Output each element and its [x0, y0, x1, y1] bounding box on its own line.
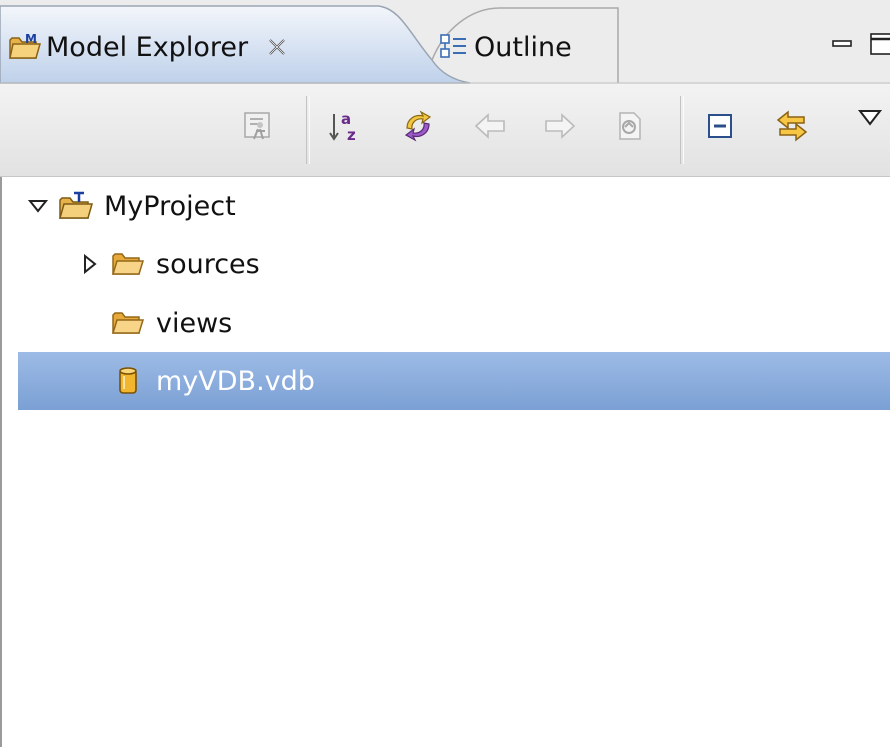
collapse-all-icon	[704, 110, 736, 146]
forward-arrow-icon	[542, 111, 578, 145]
svg-text:M: M	[25, 32, 37, 46]
tree-item-label: views	[156, 307, 233, 339]
project-tree: MyProject sources views myVDB.vdb	[0, 177, 890, 747]
tree-item-label: sources	[156, 248, 260, 280]
home-button[interactable]	[610, 108, 650, 148]
view-menu-icon	[855, 106, 885, 134]
vdb-icon	[108, 365, 148, 397]
project-icon	[56, 190, 96, 222]
run-icon	[241, 109, 275, 147]
model-explorer-icon: M	[8, 32, 42, 62]
tab-outline-label: Outline	[474, 31, 572, 63]
sync-icon	[400, 108, 436, 148]
maximize-icon[interactable]	[868, 31, 890, 61]
tab-model-explorer[interactable]: M Model Explorer	[8, 20, 288, 74]
sort-alphabetical-icon: a z	[328, 108, 364, 148]
tree-item-myvdb[interactable]: myVDB.vdb	[18, 352, 890, 410]
folder-icon	[108, 309, 148, 337]
tab-model-explorer-label: Model Explorer	[46, 31, 249, 63]
toolbar-separator	[306, 96, 310, 164]
collapse-all-button[interactable]	[700, 108, 740, 148]
tab-outline[interactable]: Outline	[438, 20, 572, 74]
tree-item-label: MyProject	[104, 190, 236, 222]
view-menu-button[interactable]	[850, 100, 890, 140]
back-button[interactable]	[470, 108, 510, 148]
sync-button[interactable]	[398, 108, 438, 148]
tree-item-myproject[interactable]: MyProject	[20, 177, 890, 235]
forward-button[interactable]	[540, 108, 580, 148]
close-icon[interactable]	[266, 36, 288, 58]
sort-button[interactable]: a z	[326, 108, 366, 148]
toolbar-separator	[680, 96, 684, 164]
home-icon	[614, 109, 646, 147]
tree-item-views[interactable]: views	[108, 294, 890, 352]
view-controls	[830, 26, 890, 66]
collapsed-twisty-icon[interactable]	[72, 253, 108, 275]
link-with-editor-icon	[774, 108, 810, 148]
outline-icon	[438, 32, 470, 62]
expanded-twisty-icon[interactable]	[20, 196, 56, 216]
tree-item-sources[interactable]: sources	[72, 235, 890, 293]
tree-item-label: myVDB.vdb	[156, 365, 315, 397]
model-explorer-view: M Model Explorer Outline a z MyProject s…	[0, 0, 890, 747]
view-tab-bar: M Model Explorer Outline	[0, 0, 890, 84]
svg-text:z: z	[347, 126, 356, 144]
view-toolbar: a z	[0, 84, 890, 177]
link-with-editor-button[interactable]	[772, 108, 812, 148]
minimize-icon[interactable]	[830, 32, 854, 60]
back-arrow-icon	[472, 111, 508, 145]
folder-icon	[108, 250, 148, 278]
run-button[interactable]	[238, 108, 278, 148]
